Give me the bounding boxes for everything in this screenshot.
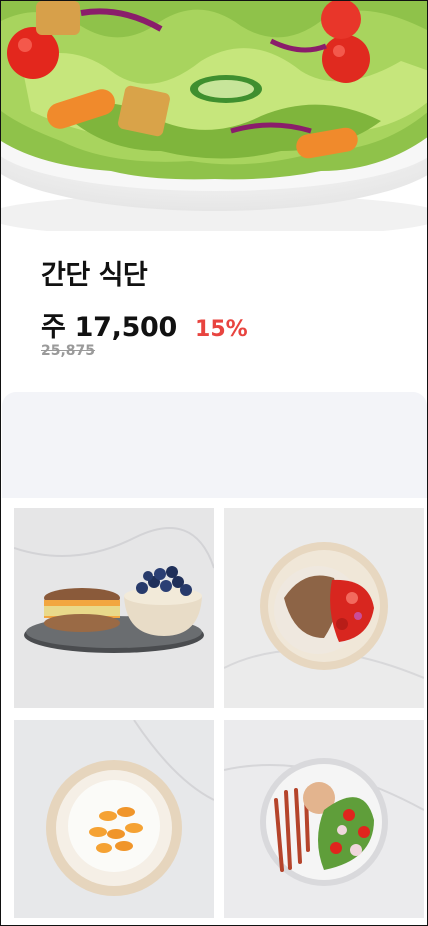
meal-gallery	[14, 508, 425, 920]
salad-bowl-icon	[1, 1, 427, 231]
product-title: 간단 식단	[41, 260, 148, 291]
hero-salad-image	[1, 1, 427, 231]
salmon-salad-plate-icon	[224, 720, 424, 918]
sale-price: 주 17,500	[41, 312, 178, 343]
content-panel	[2, 392, 427, 498]
discount-badge: 15%	[195, 317, 248, 342]
turkey-rice-bowl-icon	[224, 508, 424, 708]
gallery-item[interactable]	[224, 508, 424, 708]
gallery-item[interactable]	[224, 720, 424, 918]
gallery-item[interactable]	[14, 508, 214, 708]
breakfast-sandwich-blueberries-icon	[14, 508, 214, 708]
price-row: 주 17,500 15%	[41, 305, 248, 344]
gallery-item[interactable]	[14, 720, 214, 918]
original-price: 25,875	[41, 343, 96, 359]
cottage-cheese-oranges-icon	[14, 720, 214, 918]
screen: 간단 식단 주 17,500 15% 25,875	[0, 0, 428, 926]
